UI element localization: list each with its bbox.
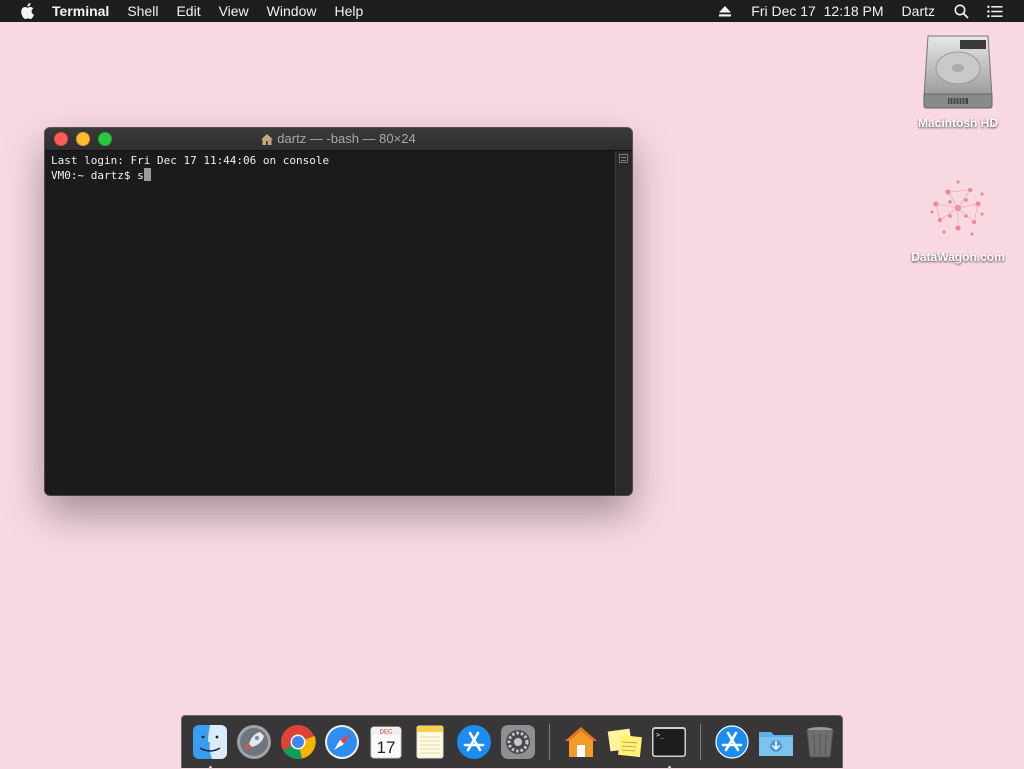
menu-edit[interactable]: Edit — [167, 0, 209, 22]
notification-center-icon[interactable] — [978, 3, 1012, 19]
calendar-day: 17 — [377, 738, 396, 757]
launchpad-icon — [237, 725, 271, 759]
calendar-month: DEC — [380, 730, 393, 736]
terminal-line: Last login: Fri Dec 17 11:44:06 on conso… — [51, 154, 330, 167]
window-titlebar[interactable]: dartz — -bash — 80×24 — [45, 128, 632, 151]
notes-icon — [416, 725, 444, 759]
app-store-icon — [457, 725, 491, 759]
terminal-prompt-line: VM0:~ dartz$ s — [51, 168, 610, 183]
dock-finder[interactable] — [190, 722, 230, 769]
terminal-window[interactable]: dartz — -bash — 80×24 Last login: Fri De… — [45, 128, 632, 495]
dock-stickies[interactable] — [605, 722, 645, 762]
dock-system-preferences[interactable] — [498, 722, 538, 762]
dock-notes[interactable] — [410, 722, 450, 762]
dock-app-store-downloads[interactable] — [712, 722, 752, 762]
desktop-icon-label: DataWagon.com — [911, 250, 1005, 264]
desktop-icon-macintosh-hd[interactable]: Macintosh HD — [898, 32, 1018, 130]
dock-safari[interactable] — [322, 722, 362, 762]
dock-separator — [700, 724, 701, 760]
datawagon-icon — [920, 170, 996, 246]
user-menu[interactable]: Dartz — [893, 0, 944, 22]
system-preferences-icon — [501, 725, 535, 759]
menu-bar: Terminal Shell Edit View Window Help Fri… — [0, 0, 1024, 22]
stickies-icon — [607, 728, 642, 758]
home-icon — [261, 130, 274, 152]
menu-shell[interactable]: Shell — [118, 0, 167, 22]
spotlight-search-icon[interactable] — [944, 3, 978, 19]
hard-drive-icon — [920, 32, 996, 112]
dock-launchpad[interactable] — [234, 722, 274, 762]
text-cursor — [143, 168, 151, 181]
terminal-text-area[interactable]: Last login: Fri Dec 17 11:44:06 on conso… — [45, 151, 616, 495]
terminal-icon: >_ — [652, 727, 686, 757]
home-icon — [565, 727, 597, 757]
dock-trash[interactable] — [800, 722, 840, 762]
apple-logo-icon[interactable] — [20, 3, 34, 19]
desktop-icon-datawagon[interactable]: DataWagon.com — [898, 170, 1018, 264]
calendar-icon: DEC 17 — [370, 726, 402, 759]
dock-chrome[interactable] — [278, 722, 318, 762]
menu-window[interactable]: Window — [258, 0, 326, 22]
split-pane-icon[interactable] — [619, 154, 628, 163]
downloads-folder-icon — [759, 732, 793, 756]
terminal-prompt-text: VM0:~ dartz$ s — [51, 169, 144, 182]
menu-view[interactable]: View — [210, 0, 258, 22]
dock-separator — [549, 724, 550, 760]
finder-icon — [193, 725, 227, 759]
menu-help[interactable]: Help — [325, 0, 372, 22]
menu-terminal[interactable]: Terminal — [52, 0, 118, 22]
scrollbar[interactable] — [615, 151, 632, 495]
terminal-icon-prompt: >_ — [656, 731, 665, 739]
dock-home[interactable] — [561, 722, 601, 762]
window-title: dartz — -bash — 80×24 — [45, 128, 632, 152]
chrome-icon — [281, 725, 316, 759]
trash-icon — [806, 727, 834, 758]
eject-icon[interactable] — [708, 3, 742, 19]
dock-downloads[interactable] — [756, 722, 796, 762]
dock-calendar[interactable]: DEC 17 — [366, 722, 406, 762]
dock: DEC 17 >_ — [181, 715, 843, 769]
desktop-icon-label: Macintosh HD — [917, 116, 998, 130]
dock-app-store[interactable] — [454, 722, 494, 762]
dock-terminal[interactable]: >_ — [649, 722, 689, 769]
window-title-text: dartz — -bash — 80×24 — [277, 131, 416, 146]
clock[interactable]: Fri Dec 17 12:18 PM — [742, 0, 892, 22]
app-store-downloads-icon — [715, 725, 749, 759]
safari-icon — [325, 725, 359, 759]
